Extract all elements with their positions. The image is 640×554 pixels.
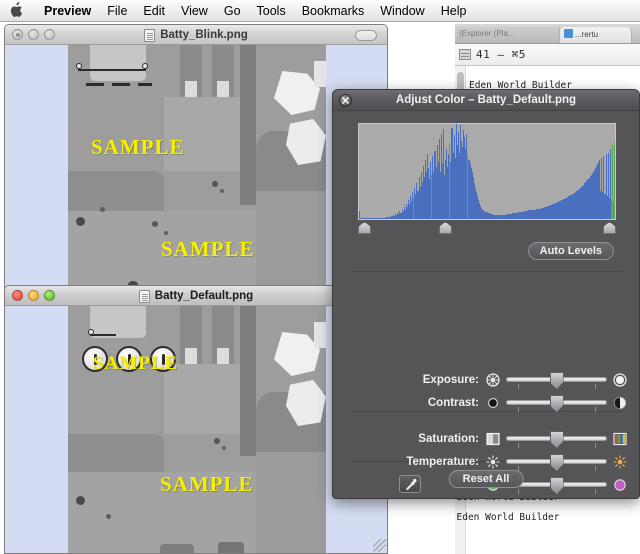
tab-favicon-icon (564, 29, 573, 38)
adjust-color-panel[interactable]: Adjust Color – Batty_Default.png Auto Le… (332, 89, 640, 499)
slider-thumb-contrast[interactable] (549, 395, 564, 412)
image-canvas-blink[interactable]: SAMPLE SAMPLE (5, 45, 387, 289)
browser-tab-2[interactable]: ...rertu (560, 27, 632, 43)
browser-tab-1[interactable]: (Explorer (Pla... (455, 27, 560, 43)
menu-item-preview[interactable]: Preview (36, 0, 99, 22)
mid-point-handle[interactable] (438, 222, 452, 234)
document-icon (138, 289, 150, 303)
slider-row-contrast: Contrast: (333, 392, 639, 414)
white-point-handle[interactable] (603, 222, 616, 234)
adjust-color-body: Auto Levels Exposure: Contrast: Saturation… (333, 111, 639, 498)
apple-logo-icon[interactable] (8, 2, 24, 19)
exposure-dark-icon[interactable] (486, 373, 500, 387)
document-icon (144, 28, 156, 42)
traffic-lights-inactive[interactable] (12, 29, 55, 40)
temperature-cool-icon[interactable] (486, 455, 500, 469)
menu-item-bookmarks[interactable]: Bookmarks (294, 0, 373, 22)
contrast-low-icon[interactable] (486, 396, 500, 410)
traffic-lights-active[interactable] (12, 290, 55, 301)
slider-tick (518, 443, 520, 448)
bg-text-line: Chrono/20130321 Eden World Builder (455, 512, 560, 523)
slider-track-contrast[interactable] (506, 392, 607, 414)
toolbar-toggle-button[interactable] (355, 30, 377, 41)
slider-label-exposure: Exposure: (422, 374, 479, 386)
image-artwork-blink (68, 45, 326, 289)
slider-row-exposure: Exposure: (333, 369, 639, 391)
menu-item-help[interactable]: Help (433, 0, 475, 22)
histogram-chart (358, 123, 616, 220)
slider-track-saturation[interactable] (506, 428, 607, 450)
slider-tick (518, 489, 520, 494)
window-batty-default[interactable]: Batty_Default.png SAMPLE SAMPLE (4, 285, 388, 554)
window-title: Batty_Default.png (154, 290, 254, 302)
slider-tick (594, 489, 596, 494)
contrast-high-icon[interactable] (613, 396, 627, 410)
slider-label-saturation: Saturation: (418, 433, 479, 445)
menu-item-tools[interactable]: Tools (249, 0, 294, 22)
tint-magenta-icon[interactable] (613, 478, 627, 492)
histogram-bar (615, 204, 616, 219)
slider-thumb-temperature[interactable] (549, 454, 564, 471)
coin-icon-3 (150, 346, 176, 372)
browser-toolbar: 41 — ⌘5 (455, 44, 640, 66)
saturation-color-icon[interactable] (613, 432, 627, 446)
menu-bar: Preview File Edit View Go Tools Bookmarks Windo… (0, 0, 640, 22)
slider-thumb-tint[interactable] (549, 477, 564, 494)
titlebar-batty-blink[interactable]: Batty_Blink.png (5, 25, 387, 45)
exposure-bright-icon[interactable] (613, 373, 627, 387)
slider-row-sepia: Sepia: (333, 498, 639, 499)
slider-label-temperature: Temperature: (406, 456, 479, 468)
browser-url-text[interactable]: 41 — ⌘5 (476, 48, 526, 61)
coin-icon-1 (82, 346, 108, 372)
sidebar-toggle-icon[interactable] (459, 49, 471, 60)
close-button[interactable] (12, 290, 23, 301)
minimize-button[interactable] (28, 290, 39, 301)
slider-track-temperature[interactable] (506, 451, 607, 473)
coin-icon-2 (116, 346, 142, 372)
zoom-button[interactable] (44, 290, 55, 301)
close-icon[interactable] (339, 94, 352, 107)
adjust-color-title: Adjust Color – Batty_Default.png (395, 94, 577, 106)
image-artwork-default (68, 306, 326, 553)
saturation-gray-icon[interactable] (486, 432, 500, 446)
levels-strip[interactable] (358, 221, 616, 235)
browser-tab-2-label: ...rertu (575, 30, 599, 39)
slider-label-contrast: Contrast: (427, 397, 479, 409)
divider (351, 271, 623, 272)
adjust-color-titlebar[interactable]: Adjust Color – Batty_Default.png (333, 90, 639, 111)
window-batty-blink[interactable]: Batty_Blink.png SAMPLE SAMPLE (4, 24, 388, 290)
temperature-warm-icon[interactable] (613, 455, 627, 469)
titlebar-batty-default[interactable]: Batty_Default.png (5, 286, 387, 306)
black-point-handle[interactable] (358, 222, 371, 234)
image-canvas-default[interactable]: SAMPLE SAMPLE (5, 306, 387, 553)
menu-item-edit[interactable]: Edit (135, 0, 173, 22)
slider-tick (518, 384, 520, 389)
slider-tick (518, 407, 520, 412)
zoom-button[interactable] (44, 29, 55, 40)
slider-tick (594, 407, 596, 412)
slider-tick (594, 466, 596, 471)
slider-row-saturation: Saturation: (333, 428, 639, 450)
slider-tick (594, 443, 596, 448)
slider-track-exposure[interactable] (506, 369, 607, 391)
slider-thumb-saturation[interactable] (549, 431, 564, 448)
reset-all-button[interactable]: Reset All (448, 470, 524, 488)
menu-item-view[interactable]: View (173, 0, 216, 22)
menu-item-go[interactable]: Go (216, 0, 249, 22)
slider-tick (594, 384, 596, 389)
resize-grip[interactable] (373, 539, 386, 552)
slider-thumb-exposure[interactable] (549, 372, 564, 389)
menu-item-window[interactable]: Window (372, 0, 432, 22)
auto-levels-button[interactable]: Auto Levels (527, 242, 614, 260)
slider-track-sepia[interactable] (506, 498, 607, 499)
eyedropper-icon[interactable] (399, 475, 421, 493)
minimize-button[interactable] (28, 29, 39, 40)
window-title: Batty_Blink.png (160, 29, 248, 41)
close-button[interactable] (12, 29, 23, 40)
menu-item-file[interactable]: File (99, 0, 135, 22)
browser-tab-bar: (Explorer (Pla... ...rertu (455, 24, 640, 44)
